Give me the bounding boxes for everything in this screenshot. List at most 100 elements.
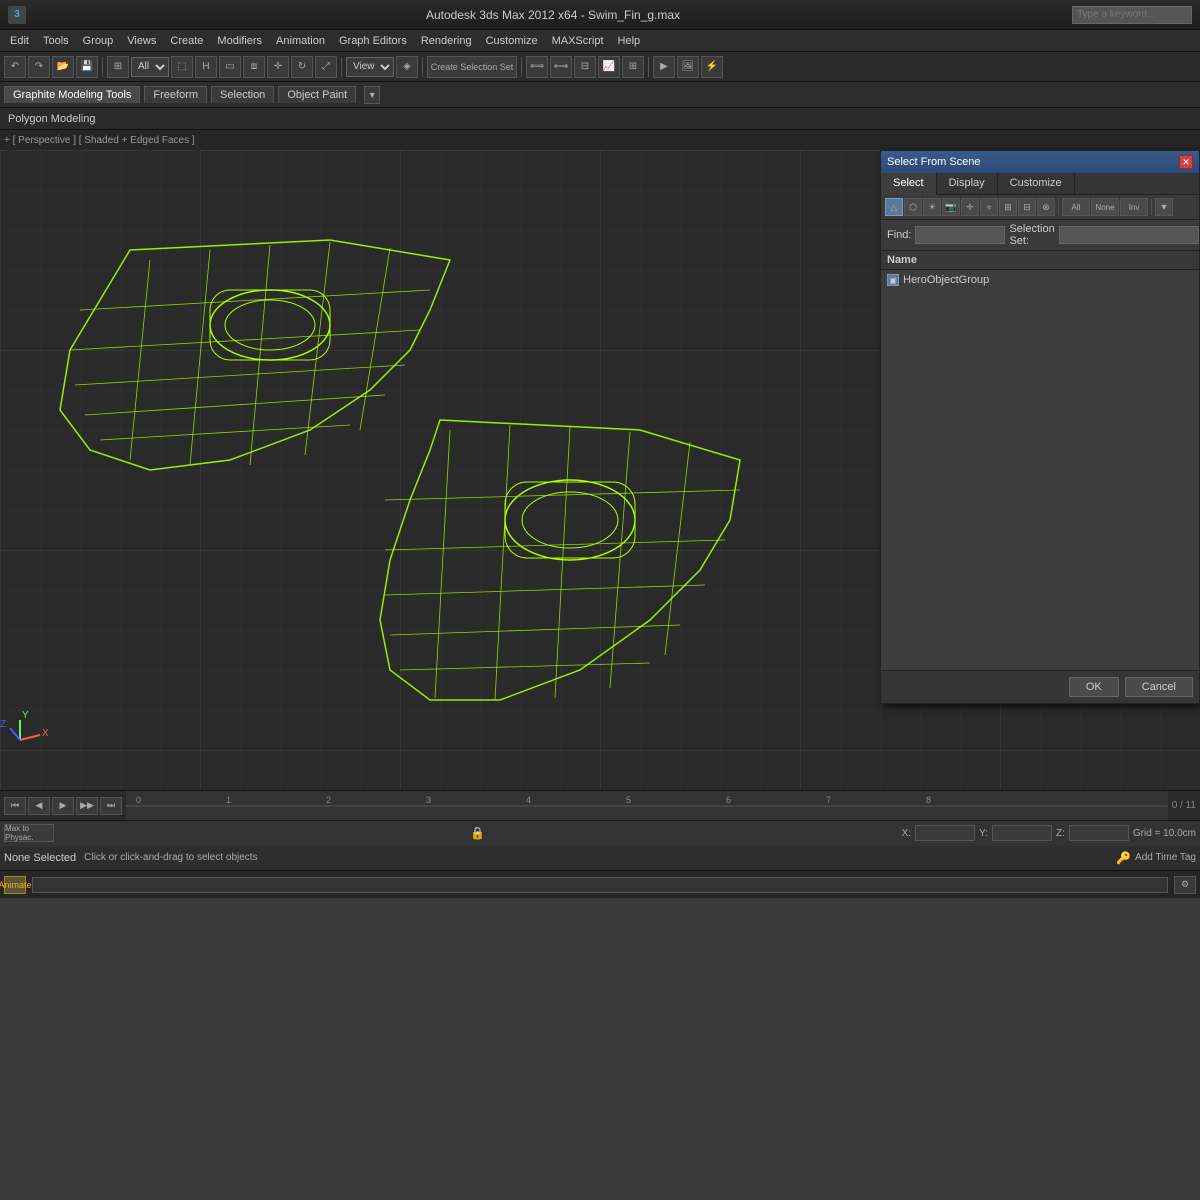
viewport-label-text: + [ Perspective ] [ Shaded + Edged Faces… (4, 135, 195, 146)
menu-maxscript[interactable]: MAXScript (546, 33, 610, 49)
dialog-ok-button[interactable]: OK (1069, 677, 1119, 697)
title-search-input[interactable] (1072, 6, 1192, 24)
dialog-cancel-button[interactable]: Cancel (1125, 677, 1193, 697)
menu-grapheditors[interactable]: Graph Editors (333, 33, 413, 49)
curve-editor[interactable]: 📈 (598, 56, 620, 78)
dialog-close-button[interactable]: ✕ (1179, 155, 1193, 169)
graphite-options[interactable]: ▼ (364, 86, 380, 104)
menu-edit[interactable]: Edit (4, 33, 35, 49)
view-dropdown[interactable]: View (346, 57, 394, 77)
rotate-tool[interactable]: ↻ (291, 56, 313, 78)
x-coord-input[interactable] (915, 825, 975, 841)
menu-create[interactable]: Create (164, 33, 209, 49)
undo-button[interactable]: ↶ (4, 56, 26, 78)
mirror[interactable]: ⟺ (526, 56, 548, 78)
select-name[interactable]: H (195, 56, 217, 78)
sep4 (521, 57, 522, 77)
dialog-none-icon[interactable]: None (1091, 198, 1119, 216)
max-physac-btn[interactable]: Max to Physac. (4, 824, 54, 842)
dialog-bone-icon[interactable]: ⊗ (1037, 198, 1055, 216)
dialog-sep1 (1058, 199, 1059, 215)
dialog-tabs: Select Display Customize (881, 173, 1199, 195)
timeline: ⏮ ◀ ▶ ▶▶ ⏭ 0 1 2 3 4 5 6 7 8 0 / 11 (0, 790, 1200, 820)
y-label: Y: (979, 828, 988, 839)
schematic[interactable]: ⊞ (622, 56, 644, 78)
quick-render[interactable]: ⚡ (701, 56, 723, 78)
menu-modifiers[interactable]: Modifiers (211, 33, 268, 49)
window-crossing[interactable]: ⧈ (243, 56, 265, 78)
dialog-helper-icon[interactable]: ✛ (961, 198, 979, 216)
select-filter[interactable]: ⊞ (107, 56, 129, 78)
x-label: X: (902, 828, 911, 839)
time-config[interactable]: ⚙ (1174, 876, 1196, 894)
svg-text:1: 1 (226, 795, 231, 805)
tab-selection[interactable]: Selection (211, 86, 274, 103)
find-label: Find: (887, 229, 911, 241)
menu-tools[interactable]: Tools (37, 33, 75, 49)
reference-coord[interactable]: ◈ (396, 56, 418, 78)
dialog-filter-icon[interactable]: ▼ (1155, 198, 1173, 216)
graphite-toolbar: Graphite Modeling Tools Freeform Selecti… (0, 82, 1200, 108)
scale-tool[interactable]: ⤢ (315, 56, 337, 78)
svg-text:0: 0 (136, 795, 141, 805)
select-object[interactable]: ⬚ (171, 56, 193, 78)
open-button[interactable]: 📂 (52, 56, 74, 78)
dialog-shape-icon[interactable]: ⬡ (904, 198, 922, 216)
select-region[interactable]: ▭ (219, 56, 241, 78)
layer-mgr[interactable]: ⊟ (574, 56, 596, 78)
find-input[interactable] (915, 226, 1005, 244)
timeline-prev[interactable]: ⏮ (4, 797, 26, 815)
menu-group[interactable]: Group (77, 33, 120, 49)
dialog-camera-icon[interactable]: 📷 (942, 198, 960, 216)
menu-rendering[interactable]: Rendering (415, 33, 478, 49)
dialog-spacewarp-icon[interactable]: ≈ (980, 198, 998, 216)
render-frame[interactable]: 🖼 (677, 56, 699, 78)
status-area: Max to Physac. 🔒 X: Y: Z: Grid = 10.0cm … (0, 820, 1200, 870)
select-from-scene-dialog: Select From Scene ✕ Select Display Custo… (880, 150, 1200, 704)
title-bar: 3 Autodesk 3ds Max 2012 x64 - Swim_Fin_g… (0, 0, 1200, 30)
menu-animation[interactable]: Animation (270, 33, 331, 49)
save-button[interactable]: 💾 (76, 56, 98, 78)
tab-object-paint[interactable]: Object Paint (278, 86, 356, 103)
tab-freeform[interactable]: Freeform (144, 86, 207, 103)
timeline-track[interactable]: 0 1 2 3 4 5 6 7 8 (126, 791, 1168, 820)
progress-bar[interactable] (32, 877, 1168, 893)
redo-button[interactable]: ↷ (28, 56, 50, 78)
dialog-geo-icon[interactable]: △ (885, 198, 903, 216)
dialog-invert-icon[interactable]: Inv (1120, 198, 1148, 216)
timeline-play[interactable]: ▶ (52, 797, 74, 815)
menu-customize[interactable]: Customize (480, 33, 544, 49)
create-selection-set[interactable]: Create Selection Set (427, 56, 517, 78)
filter-dropdown[interactable]: All (131, 57, 169, 77)
z-coord-input[interactable] (1069, 825, 1129, 841)
move-tool[interactable]: ✛ (267, 56, 289, 78)
dialog-footer: OK Cancel (881, 670, 1199, 703)
dialog-tab-display[interactable]: Display (937, 173, 998, 194)
object-list[interactable]: ▣ HeroObjectGroup (881, 270, 1199, 670)
selset-label: Selection Set: (1009, 223, 1054, 247)
menu-help[interactable]: Help (612, 33, 647, 49)
dialog-tab-select[interactable]: Select (881, 173, 937, 195)
render[interactable]: ▶ (653, 56, 675, 78)
dialog-titlebar: Select From Scene ✕ (881, 151, 1199, 173)
menu-views[interactable]: Views (121, 33, 162, 49)
y-coord-input[interactable] (992, 825, 1052, 841)
timeline-play-fwd[interactable]: ▶▶ (76, 797, 98, 815)
dialog-tab-customize[interactable]: Customize (998, 173, 1075, 194)
tab-graphite-modeling[interactable]: Graphite Modeling Tools (4, 86, 140, 103)
coords-area: X: Y: Z: Grid = 10.0cm (902, 825, 1196, 841)
find-row: Find: Selection Set: ▼ ⬆ + (881, 220, 1199, 251)
align[interactable]: ⟷ (550, 56, 572, 78)
dialog-xref-icon[interactable]: ⊟ (1018, 198, 1036, 216)
add-time-tag-label: Add Time Tag (1135, 852, 1196, 863)
svg-text:8: 8 (926, 795, 931, 805)
animate-button[interactable]: Animate (4, 876, 26, 894)
dialog-light-icon[interactable]: ☀ (923, 198, 941, 216)
selset-input[interactable] (1059, 226, 1199, 244)
object-row-herogroup[interactable]: ▣ HeroObjectGroup (883, 272, 1197, 288)
timeline-play-back[interactable]: ◀ (28, 797, 50, 815)
dialog-group-icon[interactable]: ⊞ (999, 198, 1017, 216)
dialog-all-icon[interactable]: All (1062, 198, 1090, 216)
timeline-next[interactable]: ⏭ (100, 797, 122, 815)
menu-bar: Edit Tools Group Views Create Modifiers … (0, 30, 1200, 52)
